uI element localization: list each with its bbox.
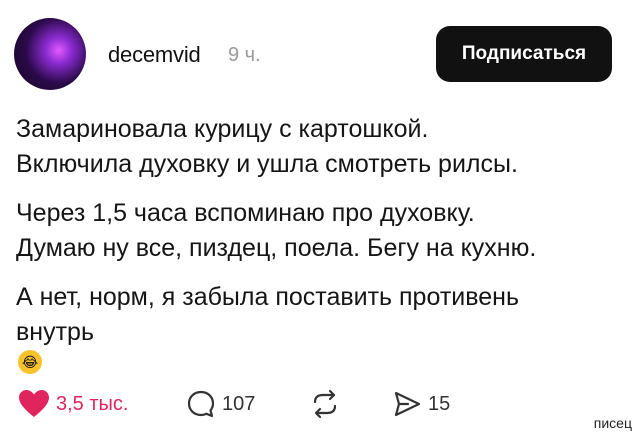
share-icon: [394, 391, 421, 417]
laughing-emoji-icon: 😂: [18, 350, 42, 374]
repost-icon: [313, 389, 337, 419]
post-body: Замариновала курицу с картошкой. Включил…: [16, 112, 626, 388]
post-line-last: внутрь 😂: [16, 315, 626, 374]
like-action[interactable]: 3,5 тыс.: [18, 388, 128, 420]
post-line: Думаю ну все, пиздец, поела. Бегу на кух…: [16, 234, 537, 262]
watermark: писец: [593, 415, 632, 431]
comment-action[interactable]: 107: [186, 388, 255, 420]
post-line: Через 1,5 часа вспоминаю про духовку.: [16, 199, 475, 227]
comment-icon: [187, 390, 215, 418]
subscribe-button[interactable]: Подписаться: [436, 26, 612, 82]
avatar[interactable]: [14, 18, 86, 90]
action-bar: 3,5 тыс. 107 15: [18, 388, 498, 420]
comment-count: 107: [222, 392, 256, 415]
like-count: 3,5 тыс.: [56, 392, 129, 415]
share-count: 15: [428, 392, 451, 415]
post-paragraph: Замариновала курицу с картошкой. Включил…: [16, 112, 626, 182]
share-action[interactable]: 15: [392, 388, 450, 420]
post-line: Замариновала курицу с картошкой.: [16, 115, 429, 143]
post-line-text: внутрь: [16, 318, 94, 346]
post-paragraph: А нет, норм, я забыла поставить противен…: [16, 280, 626, 374]
repost-action[interactable]: [310, 388, 340, 420]
post-line: Включила духовку и ушла смотреть рилсы.: [16, 150, 518, 178]
post-header: decemvid 9 ч. Подписаться: [0, 0, 640, 100]
post-line: А нет, норм, я забыла поставить противен…: [16, 283, 519, 311]
heart-icon: [19, 390, 49, 417]
post-paragraph: Через 1,5 часа вспоминаю про духовку. Ду…: [16, 196, 626, 266]
username[interactable]: decemvid: [108, 42, 201, 68]
post-timestamp: 9 ч.: [228, 44, 261, 66]
